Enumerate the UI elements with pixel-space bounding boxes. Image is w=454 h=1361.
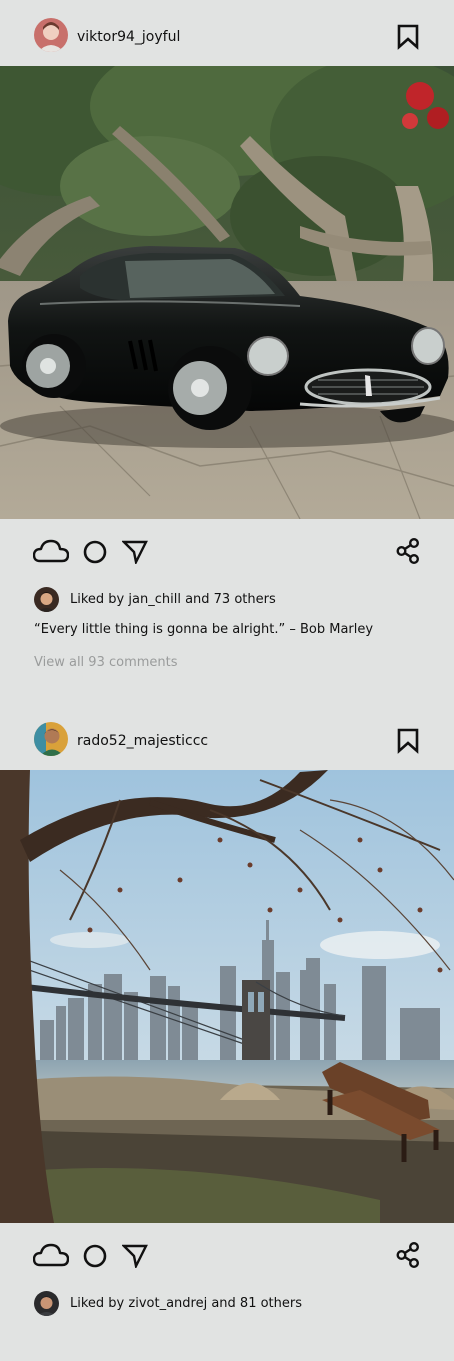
post: rado52_majesticcc Liked by zivot_andrej …: [0, 704, 454, 1361]
post-header: rado52_majesticcc: [0, 704, 454, 770]
likes-suffix[interactable]: and 81 others: [207, 1296, 302, 1311]
post-actions: [0, 532, 454, 572]
liked-by-user-link[interactable]: jan_chill: [128, 592, 181, 607]
cloud-icon[interactable]: [32, 539, 70, 565]
username[interactable]: viktor94_joyful: [77, 28, 180, 46]
likes-row: Liked by jan_chill and 73 others: [0, 587, 454, 617]
likes-prefix: Liked by: [70, 1296, 129, 1311]
send-arrow-icon[interactable]: [121, 540, 148, 566]
likes-text: Liked by jan_chill and 73 others: [70, 592, 276, 608]
post-header: viktor94_joyful: [0, 0, 454, 66]
avatar[interactable]: [34, 1291, 59, 1316]
likes-row: Liked by zivot_andrej and 81 others: [0, 1291, 454, 1321]
avatar[interactable]: [34, 18, 68, 52]
avatar[interactable]: [34, 722, 68, 756]
likes-text: Liked by zivot_andrej and 81 others: [70, 1296, 302, 1312]
liked-by-user-link[interactable]: zivot_andrej: [128, 1296, 207, 1311]
share-icon[interactable]: [396, 1242, 420, 1269]
post-image[interactable]: [0, 66, 454, 519]
circle-icon[interactable]: [83, 540, 107, 564]
share-icon[interactable]: [396, 538, 420, 565]
avatar[interactable]: [34, 587, 59, 612]
cloud-icon[interactable]: [32, 1243, 70, 1269]
circle-icon[interactable]: [83, 1244, 107, 1268]
post-actions: [0, 1236, 454, 1276]
username[interactable]: rado52_majesticcc: [77, 732, 208, 750]
post-image[interactable]: [0, 770, 454, 1223]
likes-suffix[interactable]: and 73 others: [181, 592, 276, 607]
likes-prefix: Liked by: [70, 592, 129, 607]
post-caption: “Every little thing is gonna be alright.…: [34, 622, 374, 637]
send-arrow-icon[interactable]: [121, 1244, 148, 1270]
bookmark-icon[interactable]: [396, 728, 420, 754]
bookmark-icon[interactable]: [396, 24, 420, 50]
post: viktor94_joyful Liked by jan_chill and 7…: [0, 0, 454, 704]
view-comments-link[interactable]: View all 93 comments: [34, 655, 178, 671]
